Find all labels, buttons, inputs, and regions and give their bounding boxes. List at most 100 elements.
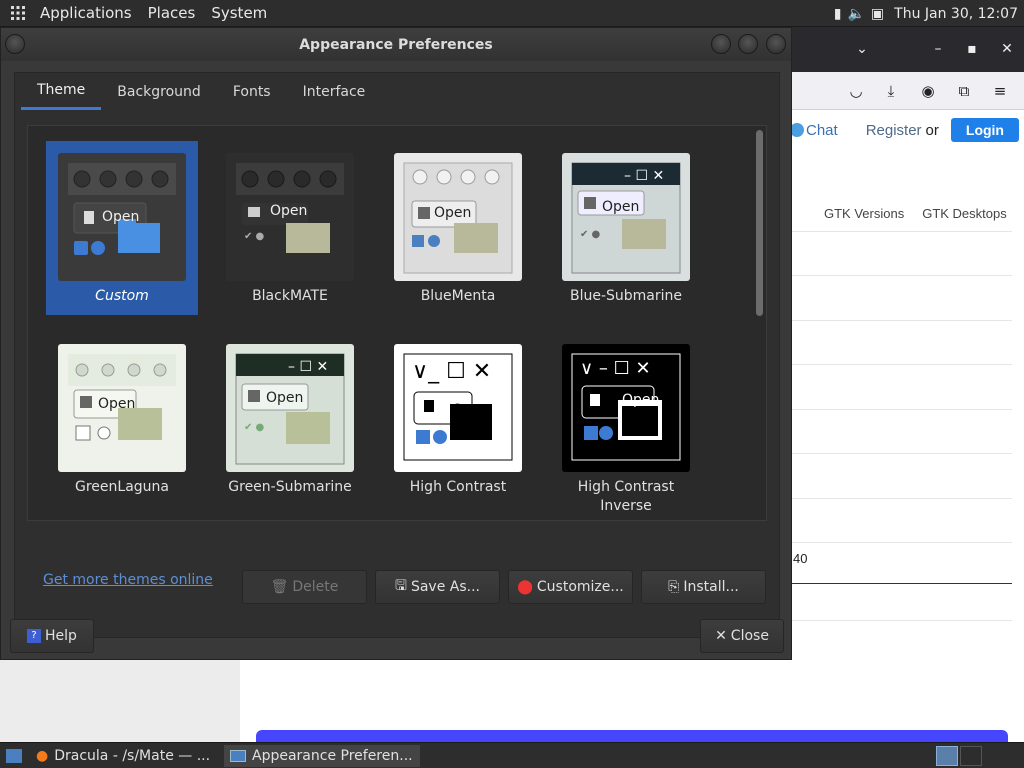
theme-item-green-submarine[interactable]: – ☐ ✕ ✔ ● Open Green-Submarine (214, 332, 366, 506)
theme-list-scrollbar[interactable] (756, 130, 763, 520)
theme-name: High Contrast Inverse (577, 479, 675, 514)
theme-list: Open Custom ✔ ● Open BlackMATE Open Blue… (27, 125, 767, 521)
show-desktop-icon[interactable] (0, 745, 28, 767)
divider (792, 231, 1012, 232)
dialog-titlebar[interactable]: Appearance Preferences (1, 28, 791, 61)
workspace-1[interactable] (936, 746, 958, 766)
close-button[interactable]: ✕ Close (700, 619, 784, 653)
divider (792, 583, 1012, 584)
page-number: 40 (793, 551, 808, 566)
taskbar-item-browser[interactable]: ● Dracula - /s/Mate — ... (30, 745, 216, 767)
theme-item-blackmate[interactable]: ✔ ● Open BlackMATE (214, 141, 366, 315)
tab-background[interactable]: Background (101, 73, 217, 110)
tab-fonts[interactable]: Fonts (217, 73, 287, 110)
theme-preview: – ☐ ✕ ✔ ● Open (562, 153, 690, 281)
help-icon: ? (27, 629, 42, 643)
tab-gtk-versions[interactable]: GTK Versions (824, 206, 904, 221)
install-label: Install... (683, 579, 739, 595)
menu-applications[interactable]: Applications (32, 0, 140, 27)
theme-preview: Open (58, 344, 186, 472)
get-more-themes-link[interactable]: Get more themes online (43, 572, 213, 588)
workspace-2[interactable] (960, 746, 982, 766)
svg-text:∨_ ☐ ✕: ∨_ ☐ ✕ (412, 359, 491, 384)
battery-icon[interactable]: ▮ (834, 6, 842, 22)
theme-item-greenlaguna[interactable]: Open GreenLaguna (46, 332, 198, 506)
chevron-down-icon[interactable]: ⌄ (852, 39, 872, 59)
account-icon[interactable]: ◉ (918, 81, 938, 101)
theme-preview: – ☐ ✕ ✔ ● Open (226, 344, 354, 472)
theme-item-high-contrast[interactable]: ∨_ ☐ ✕ Open High Contrast (382, 332, 534, 506)
site-nav: Chat Register or Login (790, 117, 1019, 143)
register-link[interactable]: Register (866, 122, 922, 139)
theme-item-custom[interactable]: Open Custom (46, 141, 198, 315)
divider (792, 620, 1012, 621)
svg-text:∨ – ☐ ✕: ∨ – ☐ ✕ (580, 358, 651, 379)
maximize-icon[interactable]: ▪ (962, 39, 982, 59)
download-icon[interactable]: ⤓ (881, 81, 901, 101)
tab-interface[interactable]: Interface (287, 73, 382, 110)
tab-bar: Theme Background Fonts Interface (21, 73, 381, 110)
save-icon: 🖫 (395, 578, 407, 594)
help-label: Help (45, 628, 77, 644)
scrollbar-thumb[interactable] (756, 130, 763, 316)
minimize-icon[interactable] (711, 34, 731, 54)
volume-icon[interactable]: 🔈 (847, 6, 864, 22)
theme-item-high-contrast-inverse[interactable]: ∨ – ☐ ✕ Open High Contrast Inverse (550, 332, 702, 514)
divider (792, 542, 1012, 543)
tab-theme[interactable]: Theme (21, 73, 102, 110)
customize-icon: ⬤ (517, 579, 533, 595)
svg-text:✔ ●: ✔ ● (244, 422, 265, 433)
theme-preview: Open (58, 153, 186, 281)
top-panel: Applications Places System ▮ 🔈 ▣ Thu Jan… (0, 0, 1024, 27)
clock[interactable]: Thu Jan 30, 12:07 (894, 6, 1018, 22)
svg-text:✔ ●: ✔ ● (244, 231, 265, 242)
tab-gtk-desktops[interactable]: GTK Desktops (922, 206, 1007, 221)
appearance-preferences-dialog: Appearance Preferences Theme Background … (0, 27, 792, 660)
menu-icon[interactable]: ≡ (990, 81, 1010, 101)
customize-button[interactable]: ⬤ Customize... (508, 570, 633, 604)
maximize-icon[interactable] (738, 34, 758, 54)
preview-open-label: Open (266, 390, 304, 406)
or-text: or (925, 121, 939, 139)
chat-icon (790, 123, 804, 137)
theme-name: Blue-Submarine (569, 288, 683, 304)
task-label: Dracula - /s/Mate — ... (54, 748, 211, 764)
theme-item-blue-submarine[interactable]: – ☐ ✕ ✔ ● Open Blue-Submarine (550, 141, 702, 315)
notebook: Theme Background Fonts Interface Open Cu… (14, 72, 780, 638)
help-button[interactable]: ? Help (10, 619, 94, 653)
menu-system[interactable]: System (203, 0, 275, 27)
minimize-icon[interactable]: – (928, 39, 948, 59)
save-as-button[interactable]: 🖫 Save As... (375, 570, 500, 604)
apps-grid-icon[interactable] (4, 0, 32, 27)
delete-label: Delete (292, 579, 339, 595)
taskbar-item-appearance[interactable]: Appearance Preferen... (224, 745, 420, 767)
theme-item-bluementa[interactable]: Open BlueMenta (382, 141, 534, 315)
taskbar: ● Dracula - /s/Mate — ... Appearance Pre… (0, 742, 1024, 768)
preview-open-label: Open (102, 209, 140, 225)
chat-label: Chat (806, 121, 838, 139)
save-as-label: Save As... (410, 579, 480, 595)
menu-places[interactable]: Places (140, 0, 204, 27)
close-label: Close (730, 628, 769, 644)
pocket-icon[interactable]: ◡ (846, 81, 866, 101)
divider (792, 364, 1012, 365)
preview-open-label: Open (452, 402, 490, 418)
install-button[interactable]: ⎘ Install... (641, 570, 766, 604)
delete-button[interactable]: 🗑 Delete (242, 570, 367, 604)
network-icon[interactable]: ▣ (871, 6, 884, 22)
login-button[interactable]: Login (950, 118, 1019, 142)
svg-text:– ☐ ✕: – ☐ ✕ (624, 168, 664, 184)
preview-open-label: Open (602, 199, 640, 215)
close-icon[interactable] (766, 34, 786, 54)
gtk-tabs: GTK Versions GTK Desktops (824, 206, 1007, 221)
install-icon: ⎘ (668, 579, 680, 595)
preview-open-label: Open (270, 203, 308, 219)
close-icon[interactable]: ✕ (997, 39, 1017, 59)
theme-name: GreenLaguna (75, 479, 169, 495)
divider (792, 498, 1012, 499)
extensions-icon[interactable]: ⧉ (954, 81, 974, 101)
chat-link[interactable]: Chat (790, 121, 838, 139)
theme-name: High Contrast (409, 479, 507, 495)
window-menu-icon[interactable] (5, 34, 25, 54)
task-label: Appearance Preferen... (252, 748, 413, 764)
